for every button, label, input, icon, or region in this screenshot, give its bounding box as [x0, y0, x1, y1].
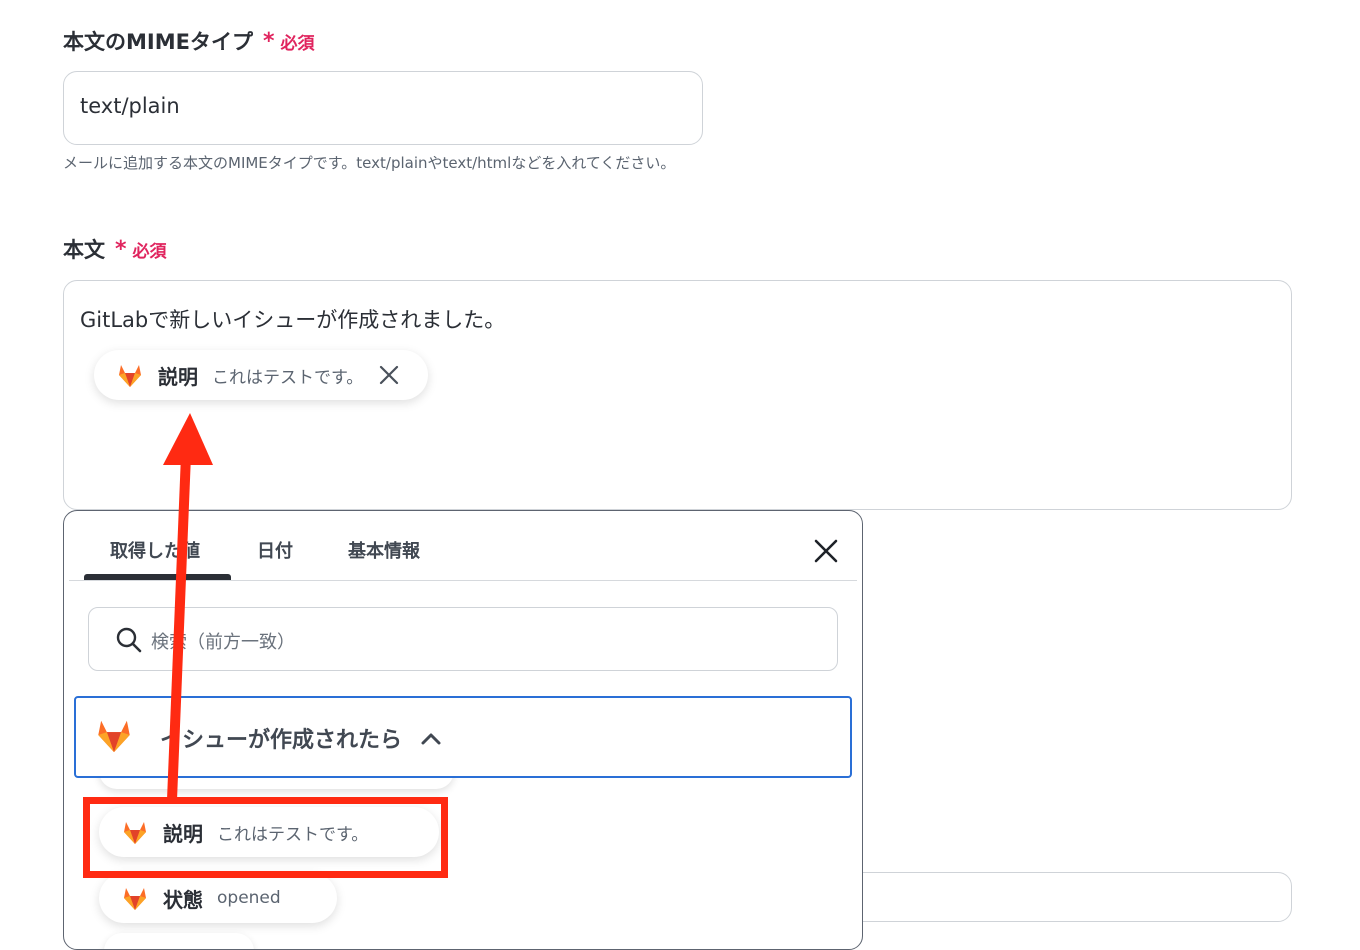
mime-type-label-text: 本文のMIMEタイプ [63, 30, 253, 54]
search-placeholder: 検索（前方一致） [151, 632, 295, 653]
body-variable-chip[interactable]: 説明 これはテストです。 [94, 350, 428, 400]
next-field-input[interactable] [800, 872, 1292, 922]
tab-basic-info[interactable]: 基本情報 [348, 537, 420, 563]
required-text: 必須 [280, 33, 315, 54]
mime-type-value: text/plain [80, 94, 180, 118]
search-input[interactable]: 検索（前方一致） [88, 607, 838, 671]
list-item[interactable] [104, 933, 254, 949]
annotation-highlight-box [83, 797, 448, 878]
mime-type-input[interactable]: text/plain [63, 71, 703, 145]
gitlab-icon [119, 365, 141, 387]
mime-type-label: 本文のMIMEタイプ * 必須 [63, 26, 314, 56]
tab-date[interactable]: 日付 [257, 537, 293, 563]
chevron-up-icon[interactable] [420, 730, 442, 746]
close-icon[interactable] [379, 365, 399, 385]
body-label-text: 本文 [63, 238, 105, 262]
body-text: GitLabで新しいイシューが作成されました。 [80, 308, 506, 332]
group-title: イシューが作成されたら [160, 728, 403, 753]
value-picker-popup: 取得した値 日付 基本情報 検索（前方一致） イシューが作成されたら 説明 これ… [63, 510, 863, 950]
group-header-issue-created[interactable]: イシューが作成されたら [74, 696, 852, 778]
chip-name: 説明 [158, 364, 198, 389]
tab-acquired-values[interactable]: 取得した値 [110, 537, 200, 563]
item-name: 状態 [163, 887, 203, 912]
item-value: opened [217, 888, 281, 908]
close-icon[interactable] [814, 539, 838, 563]
search-icon [116, 627, 142, 653]
required-text: 必須 [132, 241, 167, 262]
required-star: * [115, 236, 127, 262]
chip-value: これはテストです。 [212, 367, 364, 388]
list-item-status[interactable]: 状態 opened [99, 873, 337, 923]
mime-type-hint: メールに追加する本文のMIMEタイプです。text/plainやtext/htm… [63, 154, 676, 172]
body-label: 本文 * 必須 [63, 234, 167, 264]
tab-divider [69, 580, 857, 581]
gitlab-icon [98, 720, 130, 753]
required-star: * [262, 28, 275, 54]
gitlab-icon [124, 888, 146, 910]
